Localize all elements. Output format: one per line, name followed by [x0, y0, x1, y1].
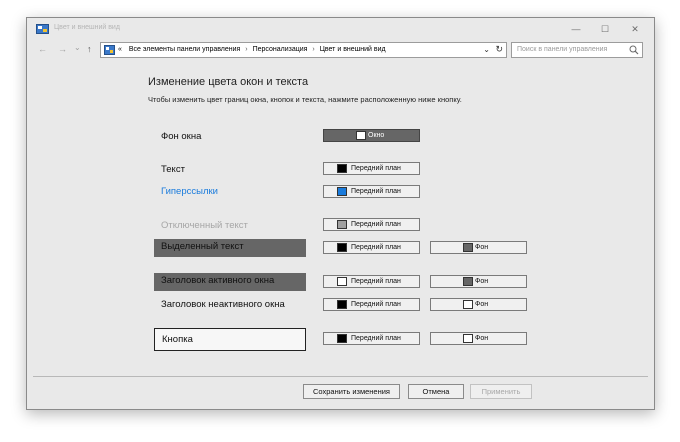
breadcrumb-overflow-icon[interactable]: «	[118, 46, 122, 53]
control-panel-icon	[36, 24, 49, 34]
minimize-button[interactable]: —	[564, 21, 588, 37]
active-title-background-button[interactable]: Фон	[430, 275, 527, 288]
color-swatch	[356, 131, 366, 140]
recent-locations-icon[interactable]: ⌄	[74, 43, 81, 52]
search-icon	[629, 45, 639, 55]
breadcrumb-item-personalization[interactable]: Персонализация	[253, 46, 308, 53]
address-bar[interactable]: « Все элементы панели управления › Персо…	[100, 42, 507, 58]
breadcrumb: « Все элементы панели управления › Персо…	[118, 46, 386, 53]
text-foreground-button[interactable]: Передний план	[323, 162, 420, 175]
chevron-right-icon: ›	[245, 46, 248, 53]
up-arrow-icon[interactable]: ↑	[87, 44, 92, 54]
color-swatch	[463, 334, 473, 343]
active-title-label: Заголовок активного окна	[154, 273, 306, 291]
color-swatch	[337, 300, 347, 309]
inactive-title-foreground-button[interactable]: Передний план	[323, 298, 420, 311]
color-swatch	[337, 277, 347, 286]
selected-text-label: Выделенный текст	[154, 239, 306, 257]
hyperlinks-label: Гиперссылки	[161, 186, 218, 197]
chevron-right-icon: ›	[312, 46, 315, 53]
active-title-foreground-button[interactable]: Передний план	[323, 275, 420, 288]
button-background-button[interactable]: Фон	[430, 332, 527, 345]
color-swatch	[463, 300, 473, 309]
page-title: Изменение цвета окон и текста	[148, 76, 309, 88]
footer-divider	[33, 376, 648, 377]
window: Цвет и внешний вид — ☐ ✕ ← → ⌄ ↑ « Все э…	[26, 17, 655, 410]
window-title: Цвет и внешний вид	[54, 24, 120, 31]
disabled-text-label: Отключенный текст	[161, 220, 248, 231]
inactive-title-label: Заголовок неактивного окна	[161, 299, 285, 310]
page-subtitle: Чтобы изменить цвет границ окна, кнопок …	[148, 95, 462, 104]
close-button[interactable]: ✕	[623, 21, 647, 37]
maximize-button[interactable]: ☐	[593, 21, 617, 37]
title-bar: Цвет и внешний вид — ☐ ✕	[27, 18, 654, 40]
control-panel-icon	[104, 45, 115, 55]
back-arrow-icon[interactable]: ←	[38, 44, 47, 54]
refresh-icon[interactable]: ↻	[495, 44, 503, 55]
color-swatch	[337, 187, 347, 196]
button-label: Кнопка	[154, 328, 306, 351]
search-placeholder: Поиск в панели управления	[517, 46, 608, 53]
color-swatch	[463, 243, 473, 252]
color-swatch	[337, 334, 347, 343]
text-label: Текст	[161, 164, 185, 175]
window-background-button[interactable]: Окно	[323, 129, 420, 142]
cancel-button[interactable]: Отмена	[408, 384, 464, 399]
selected-text-foreground-button[interactable]: Передний план	[323, 241, 420, 254]
color-swatch	[337, 220, 347, 229]
breadcrumb-item-all-control-panel[interactable]: Все элементы панели управления	[129, 46, 240, 53]
selected-text-background-button[interactable]: Фон	[430, 241, 527, 254]
color-swatch	[337, 164, 347, 173]
window-background-label: Фон окна	[161, 131, 202, 142]
apply-button[interactable]: Применить	[470, 384, 532, 399]
forward-arrow-icon[interactable]: →	[58, 44, 67, 54]
save-changes-button[interactable]: Сохранить изменения	[303, 384, 400, 399]
disabled-text-foreground-button[interactable]: Передний план	[323, 218, 420, 231]
inactive-title-background-button[interactable]: Фон	[430, 298, 527, 311]
chevron-down-icon[interactable]: ⌄	[483, 45, 490, 54]
color-swatch	[337, 243, 347, 252]
hyperlinks-foreground-button[interactable]: Передний план	[323, 185, 420, 198]
breadcrumb-item-color-appearance[interactable]: Цвет и внешний вид	[320, 46, 386, 53]
search-box[interactable]: Поиск в панели управления	[511, 42, 643, 58]
button-foreground-button[interactable]: Передний план	[323, 332, 420, 345]
color-swatch	[463, 277, 473, 286]
